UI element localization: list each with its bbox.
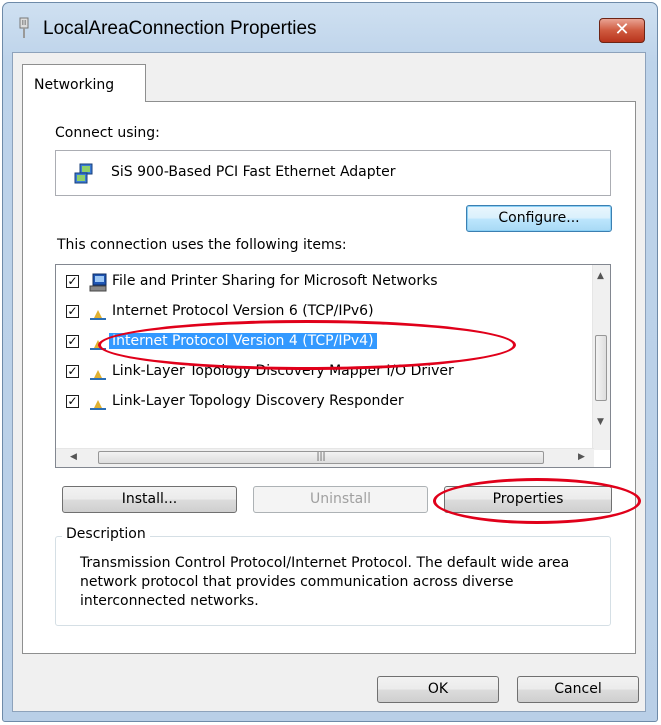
list-item-ipv6[interactable]: ✓ Internet Protocol Version 6 (TCP/IPv6) xyxy=(56,300,594,328)
protocol-icon xyxy=(90,340,106,350)
scroll-right-icon[interactable]: ▶ xyxy=(578,452,585,462)
network-adapter-icon xyxy=(74,163,93,184)
list-item-lltd-mapper[interactable]: ✓ Link-Layer Topology Discovery Mapper I… xyxy=(56,360,594,388)
list-item-lltd-responder[interactable]: ✓ Link-Layer Topology Discovery Responde… xyxy=(56,390,594,418)
uninstall-button-label: Uninstall xyxy=(309,491,372,507)
cancel-button[interactable]: Cancel xyxy=(517,676,639,703)
list-item-label: Internet Protocol Version 6 (TCP/IPv6) xyxy=(112,303,374,319)
description-text: Transmission Control Protocol/Internet P… xyxy=(80,555,570,609)
list-item-label: Internet Protocol Version 4 (TCP/IPv4) xyxy=(109,333,377,349)
list-item-ipv4[interactable]: ✓ Internet Protocol Version 4 (TCP/IPv4) xyxy=(56,330,594,358)
items-label: This connection uses the following items… xyxy=(57,237,347,253)
vertical-scroll-thumb[interactable] xyxy=(595,335,607,401)
close-icon: ✕ xyxy=(614,19,630,40)
list-item-label: File and Printer Sharing for Microsoft N… xyxy=(112,273,438,289)
vertical-scrollbar[interactable]: ▲ ▼ xyxy=(592,265,610,450)
title-bar[interactable]: LocalAreaConnection Properties ✕ xyxy=(3,3,657,55)
configure-button-label: Configure... xyxy=(498,210,580,226)
scroll-up-icon[interactable]: ▲ xyxy=(597,271,604,281)
ok-button[interactable]: OK xyxy=(377,676,499,703)
properties-button-label: Properties xyxy=(492,491,564,507)
adapter-name: SiS 900-Based PCI Fast Ethernet Adapter xyxy=(111,164,396,180)
scroll-left-icon[interactable]: ◀ xyxy=(70,452,77,462)
protocol-icon xyxy=(90,310,106,320)
checkbox[interactable]: ✓ xyxy=(66,305,79,318)
checkbox[interactable]: ✓ xyxy=(66,335,79,348)
install-button[interactable]: Install... xyxy=(62,486,237,513)
network-computer-icon xyxy=(89,273,107,292)
adapter-field: SiS 900-Based PCI Fast Ethernet Adapter xyxy=(55,150,611,196)
connect-using-label: Connect using: xyxy=(55,125,160,141)
scroll-down-icon[interactable]: ▼ xyxy=(597,417,604,427)
properties-button[interactable]: Properties xyxy=(444,486,612,513)
checkbox[interactable]: ✓ xyxy=(66,365,79,378)
network-adapter-icon xyxy=(19,17,29,38)
tab-networking-label: Networking xyxy=(34,77,115,93)
tab-networking[interactable]: Networking xyxy=(22,64,146,102)
list-item-label: Link-Layer Topology Discovery Responder xyxy=(112,393,404,409)
close-button[interactable]: ✕ xyxy=(599,18,645,43)
components-list[interactable]: ✓ File and Printer Sharing for Microsoft… xyxy=(55,264,611,468)
horizontal-scrollbar[interactable]: ◀ ||| ▶ xyxy=(56,448,594,467)
ok-button-label: OK xyxy=(427,681,449,697)
protocol-icon xyxy=(90,400,106,410)
horizontal-scroll-thumb[interactable]: ||| xyxy=(98,451,544,464)
list-item-file-printer-sharing[interactable]: ✓ File and Printer Sharing for Microsoft… xyxy=(56,270,594,298)
description-legend: Description xyxy=(62,526,150,542)
configure-button[interactable]: Configure... xyxy=(466,205,612,232)
checkbox[interactable]: ✓ xyxy=(66,275,79,288)
uninstall-button[interactable]: Uninstall xyxy=(253,486,428,513)
cancel-button-label: Cancel xyxy=(554,681,602,697)
protocol-icon xyxy=(90,370,106,380)
install-button-label: Install... xyxy=(121,491,178,507)
list-item-label: Link-Layer Topology Discovery Mapper I/O… xyxy=(112,363,454,379)
checkbox[interactable]: ✓ xyxy=(66,395,79,408)
window-title: LocalAreaConnection Properties xyxy=(43,18,317,39)
